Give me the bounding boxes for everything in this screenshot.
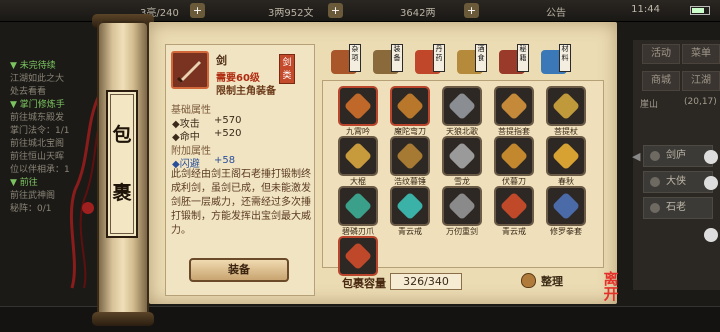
add-energy-button[interactable]: + [190, 3, 205, 18]
item-slot[interactable] [338, 136, 378, 176]
capacity-label: 包裹容量 [342, 277, 386, 290]
item-icon [343, 141, 373, 171]
category-label: 丹药 [433, 44, 445, 72]
item-icon [499, 91, 529, 121]
add-coin-button[interactable]: + [328, 3, 343, 18]
activity-button[interactable]: 活动 [642, 44, 680, 64]
item-slot[interactable] [338, 186, 378, 226]
clock: 11:44 [631, 4, 660, 15]
item-icon [395, 141, 425, 171]
item-description: 此剑经由剑王阁石老捶打锻制终成利剑，虽剑已成，但未能激发剑胚一层威力，还需经过多… [171, 169, 311, 236]
item-slot[interactable] [390, 86, 430, 126]
close-seal: 离开 [603, 270, 619, 303]
close-button[interactable]: 离开 [598, 272, 624, 306]
category-label: 材料 [559, 44, 571, 72]
item-slot[interactable] [390, 136, 430, 176]
item-icon [343, 191, 373, 221]
item-icon [499, 141, 529, 171]
location-name: 崖山 [640, 100, 659, 110]
item-role-requirement: 限制主角装备 [216, 86, 276, 97]
npc-item-1[interactable]: 剑庐 [643, 145, 713, 167]
base-stats-title: 基础属性 [171, 105, 211, 116]
item-icon [395, 191, 425, 221]
item-slot[interactable] [338, 86, 378, 126]
item-slot[interactable] [494, 186, 534, 226]
bag-icon [521, 273, 536, 288]
jianghu-button[interactable]: 江湖 [682, 71, 720, 91]
coin-value: 3两952文 [268, 8, 314, 19]
inventory-title-plaque: 包 裹 [106, 90, 138, 238]
item-slot[interactable] [442, 186, 482, 226]
category-label: 秘籍 [517, 44, 529, 72]
scroll-cap-bottom [92, 312, 154, 326]
location-coords: (20,17) [684, 97, 717, 107]
item-icon [551, 141, 581, 171]
category-tab[interactable]: 材料 [537, 44, 571, 78]
shop-button[interactable]: 商城 [642, 71, 680, 91]
item-icon [447, 141, 477, 171]
item-icon [343, 241, 373, 271]
item-icon [395, 91, 425, 121]
add-gold-button[interactable]: + [464, 3, 479, 18]
item-icon [447, 191, 477, 221]
item-slot[interactable] [546, 136, 586, 176]
item-slot-label: 青云戒 [398, 227, 422, 236]
item-slot[interactable] [338, 236, 378, 276]
item-type-tag: 剑类 [279, 54, 295, 84]
item-slot[interactable] [442, 86, 482, 126]
item-slot[interactable] [494, 136, 534, 176]
equip-button[interactable]: 装备 [189, 258, 289, 282]
sort-button[interactable]: 整理 [521, 272, 575, 290]
location-bar: 崖山 (20,17) [640, 97, 720, 117]
item-slot[interactable] [546, 86, 586, 126]
npc-item-3[interactable]: 石老 [643, 197, 713, 219]
npc-item-2[interactable]: 大侠 [643, 171, 713, 193]
item-icon [447, 91, 477, 121]
category-tab[interactable]: 杂项 [327, 44, 361, 78]
item-icon [343, 91, 373, 121]
selected-item-icon [171, 51, 209, 89]
category-tab[interactable]: 装备 [369, 44, 403, 78]
item-icon [551, 191, 581, 221]
item-slot-label: 青云戒 [502, 227, 526, 236]
category-label: 装备 [391, 44, 403, 72]
item-slot[interactable] [494, 86, 534, 126]
item-slot-label: 万仞重剑 [446, 227, 478, 236]
category-label: 杂项 [349, 44, 361, 72]
battery-icon [690, 6, 710, 15]
gold-value: 3642两 [400, 8, 436, 19]
category-tab[interactable]: 丹药 [411, 44, 445, 78]
item-slot[interactable] [390, 186, 430, 226]
item-icon [551, 91, 581, 121]
item-slot-label: 修罗拳套 [550, 227, 582, 236]
category-label: 酒食 [475, 44, 487, 72]
title-char-1: 包 [112, 124, 132, 146]
item-name: 剑 [216, 54, 227, 67]
title-char-2: 裹 [112, 182, 132, 204]
notice-button[interactable]: 公告 [546, 4, 566, 19]
toggle-3[interactable] [704, 228, 718, 242]
toggle-1[interactable] [704, 150, 718, 164]
item-slot[interactable] [442, 136, 482, 176]
collapse-arrow-icon[interactable]: ◀ [632, 150, 640, 163]
capacity-value: 326/340 [390, 273, 462, 290]
item-icon [499, 191, 529, 221]
menu-button[interactable]: 菜单 [682, 44, 720, 64]
category-tab[interactable]: 酒食 [453, 44, 487, 78]
stat-accuracy: ◆命中 +520 [172, 128, 242, 143]
toggle-2[interactable] [704, 176, 718, 190]
category-tab[interactable]: 秘籍 [495, 44, 529, 78]
item-slot[interactable] [546, 186, 586, 226]
